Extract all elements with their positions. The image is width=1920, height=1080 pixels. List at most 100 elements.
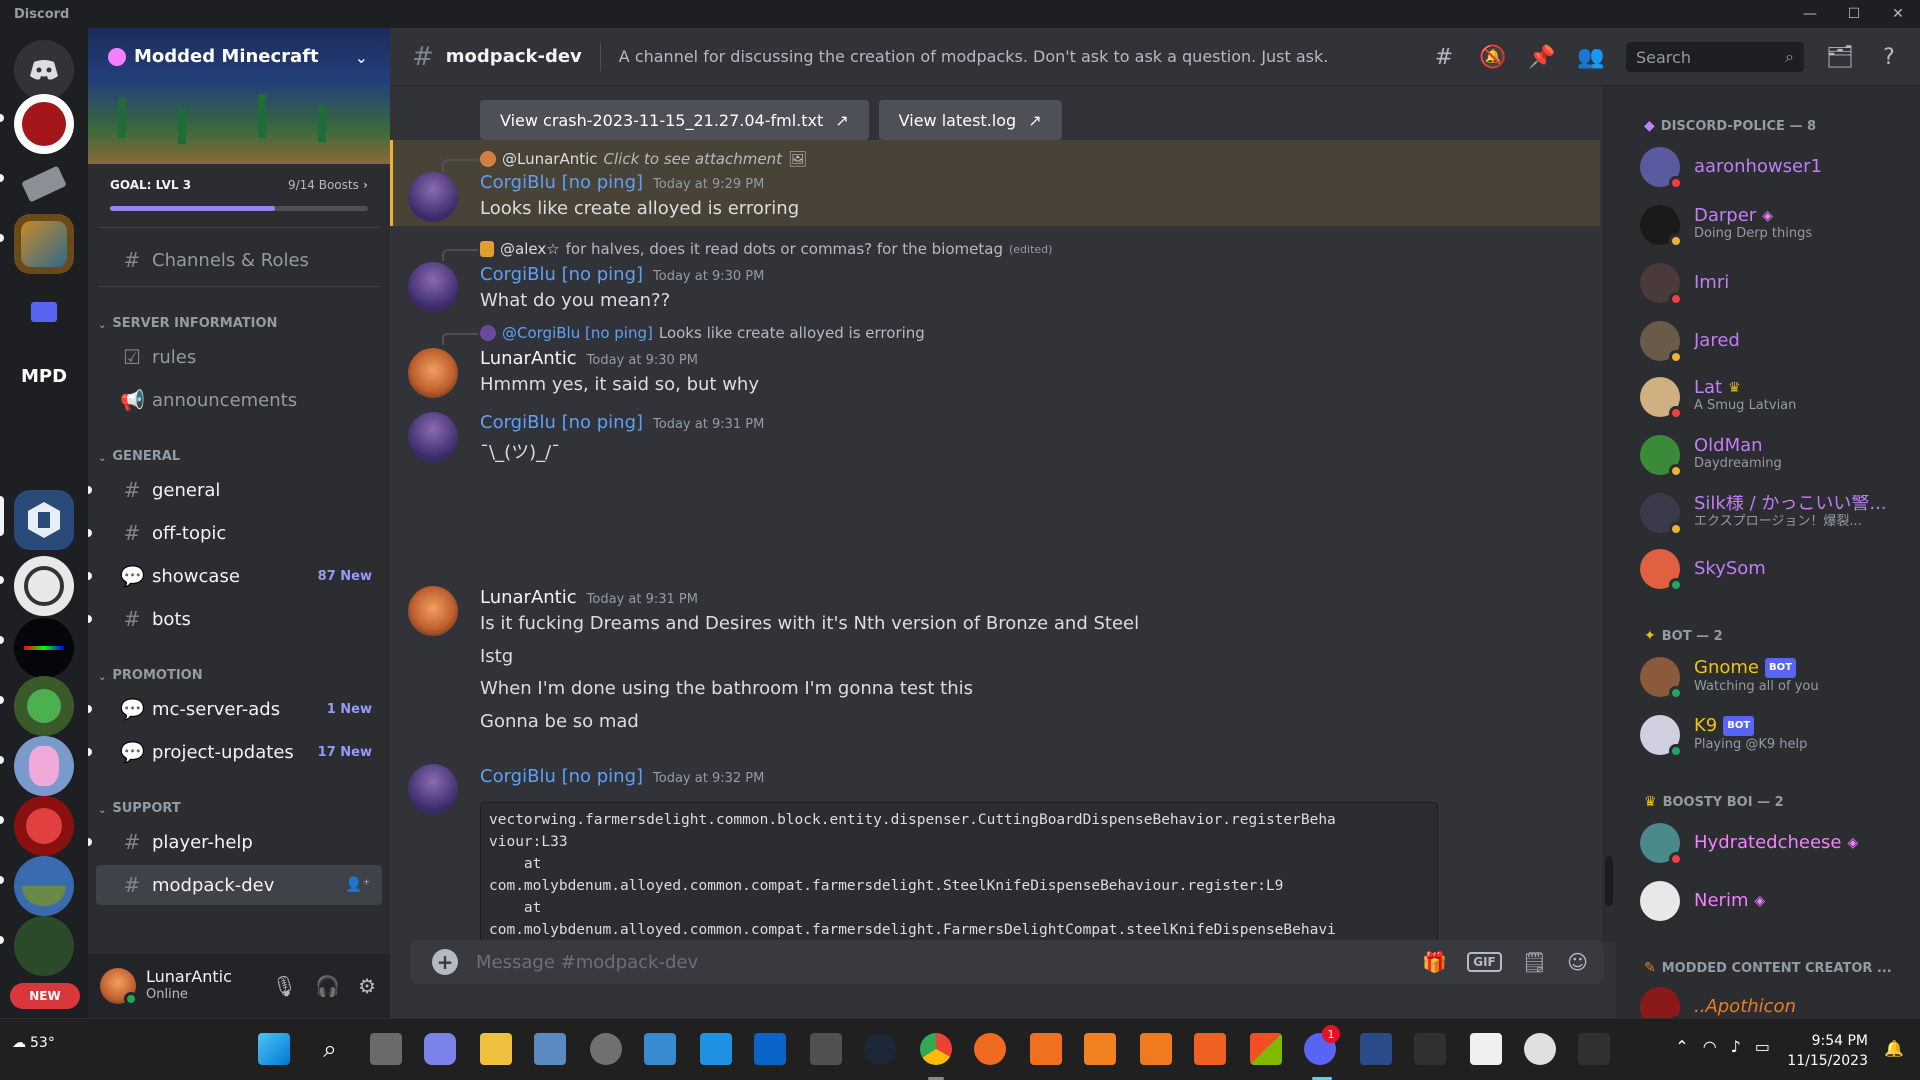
member-item[interactable]: Lat ♛ A Smug Latvian [1640,372,1910,422]
message-item[interactable]: @alex☆ for halves, does it read dots or … [390,228,1602,312]
minimize-button[interactable]: — [1788,0,1832,28]
headphones-icon[interactable]: 🎧 [315,974,340,998]
avatar[interactable] [408,586,458,636]
channels-roles-item[interactable]: # Channels & Roles [96,240,382,280]
search-input[interactable]: Search ⌕ [1626,42,1804,72]
category-server-information[interactable]: ⌄ SERVER INFORMATION [88,301,390,331]
member-item[interactable]: OldMan Daydreaming [1640,430,1910,480]
mute-bell-icon[interactable]: 🔕 [1475,39,1511,75]
member-item[interactable]: aaronhowser1 [1640,142,1910,192]
microphone-icon[interactable]: 🎙 [272,974,297,998]
member-item[interactable]: Darper ◈ Doing Derp things [1640,200,1910,250]
editor-icon[interactable] [1360,1033,1392,1065]
paint-icon[interactable] [700,1033,732,1065]
avatar[interactable] [408,262,458,312]
member-item[interactable]: K9 BOT Playing @K9 help [1640,710,1910,760]
outlook-icon[interactable] [754,1033,786,1065]
channel-bots[interactable]: # bots [88,599,382,639]
message-author[interactable]: CorgiBlu [no ping] [480,264,643,285]
app-icon-dark[interactable] [1414,1033,1446,1065]
category-promotion[interactable]: ⌄ PROMOTION [88,653,390,683]
chat-scrollbar[interactable] [1602,86,1616,942]
member-item[interactable]: Jared [1640,316,1910,366]
close-button[interactable]: ✕ [1876,0,1920,28]
bell-icon[interactable]: 🔔 [1884,1039,1904,1058]
app-icon[interactable] [644,1033,676,1065]
sticker-icon[interactable]: 🗒 [1522,950,1547,974]
message-item[interactable]: @CorgiBlu [no ping] Looks like create al… [390,314,1602,398]
app-icon-orange-2[interactable] [1030,1033,1062,1065]
chevron-down-icon[interactable]: ⌄ [355,48,368,67]
server-icon-globe[interactable] [14,556,74,616]
task-view-icon[interactable] [370,1033,402,1065]
app-icon-orange-5[interactable] [1194,1033,1226,1065]
gift-icon[interactable]: 🎁 [1422,950,1447,974]
view-log-button[interactable]: View latest.log ↗ [878,100,1062,140]
channel-off-topic[interactable]: # off-topic [88,513,382,553]
server-name[interactable]: Modded Minecraft [108,46,319,67]
threads-icon[interactable]: # [1426,39,1462,75]
server-icon-green[interactable] [14,916,74,976]
avatar[interactable] [408,412,458,462]
member-item[interactable]: Hydratedcheese ◈ [1640,818,1910,868]
server-icon-turtle[interactable] [14,676,74,736]
server-icon-dark[interactable] [14,618,74,678]
weather-widget[interactable]: ☁ 53° [12,1035,55,1051]
app-icon-orange-3[interactable] [1084,1033,1116,1065]
creeper-icon[interactable] [1470,1033,1502,1065]
server-icon-red[interactable] [14,94,74,154]
category-support[interactable]: ⌄ SUPPORT [88,786,390,816]
emoji-icon[interactable]: ☺ [1567,950,1588,974]
avatar[interactable] [408,172,458,222]
message-item[interactable]: @LunarAntic Click to see attachment 🖼 Co… [390,140,1600,226]
member-list-icon[interactable]: 👥 [1573,39,1609,75]
member-item[interactable]: Silk様 / かっこいい警... エクスプロージョン！爆裂... [1640,488,1910,538]
settings-icon[interactable] [590,1033,622,1065]
view-crash-button[interactable]: View crash-2023-11-15_21.27.04-fml.txt ↗ [480,100,869,140]
photos-icon[interactable] [534,1033,566,1065]
member-item[interactable]: Gnome BOT Watching all of you [1640,652,1910,702]
gif-button[interactable]: GIF [1467,952,1502,972]
server-banner[interactable]: Modded Minecraft ⌄ [88,28,390,164]
store-icon[interactable] [1250,1033,1282,1065]
app-icon-orange-4[interactable] [1140,1033,1172,1065]
server-icon-anime[interactable] [14,736,74,796]
channel-project-updates[interactable]: 💬 project-updates 17 New [88,732,382,772]
avatar[interactable] [100,968,138,1006]
gear-icon[interactable]: ⚙ [358,974,376,998]
message-author[interactable]: CorgiBlu [no ping] [480,412,643,433]
server-icon-modded-minecraft[interactable] [14,490,74,550]
server-icon-fire[interactable] [14,796,74,856]
avatar[interactable] [408,764,458,814]
pin-icon[interactable]: 📌 [1524,39,1560,75]
chevron-up-icon[interactable]: ⌃ [1675,1037,1688,1056]
message-composer[interactable]: + Message #modpack-dev 🎁 GIF 🗒 ☺ [410,940,1604,984]
server-icon-rail[interactable] [14,154,74,214]
user-name[interactable]: LunarAntic [146,968,232,986]
volume-icon[interactable]: ♪ [1731,1037,1741,1056]
search-icon[interactable]: ⌕ [314,1033,346,1065]
start-button[interactable] [258,1033,290,1065]
category-general[interactable]: ⌄ GENERAL [88,434,390,464]
message-author[interactable]: LunarAntic [480,587,577,608]
server-folder[interactable] [14,214,74,274]
channel-mc-server-ads[interactable]: 💬 mc-server-ads 1 New [88,689,382,729]
server-icon-mpd[interactable]: MPD [14,346,74,406]
battery-icon[interactable]: ▭ [1755,1037,1770,1056]
message-input-placeholder[interactable]: Message #modpack-dev [476,952,698,973]
folder-icon[interactable] [14,282,74,342]
chrome-icon[interactable] [920,1033,952,1065]
member-item[interactable]: SkySom [1640,544,1910,594]
app-icon-dark-2[interactable] [1578,1033,1610,1065]
calculator-icon[interactable] [810,1033,842,1065]
message-author[interactable]: CorgiBlu [no ping] [480,172,643,193]
help-icon[interactable]: ? [1871,39,1907,75]
chat-app-icon[interactable] [424,1033,456,1065]
boost-goal[interactable]: GOAL: LVL 3 9/14 Boosts › [88,164,390,211]
reply-preview[interactable]: @CorgiBlu [no ping] Looks like create al… [442,324,925,345]
message-author[interactable]: LunarAntic [480,348,577,369]
wifi-icon[interactable]: ◠ [1703,1037,1717,1056]
member-item[interactable]: Nerim ◈ [1640,876,1910,926]
channel-announcements[interactable]: 📢 announcements [96,380,382,420]
avatar[interactable] [408,348,458,398]
